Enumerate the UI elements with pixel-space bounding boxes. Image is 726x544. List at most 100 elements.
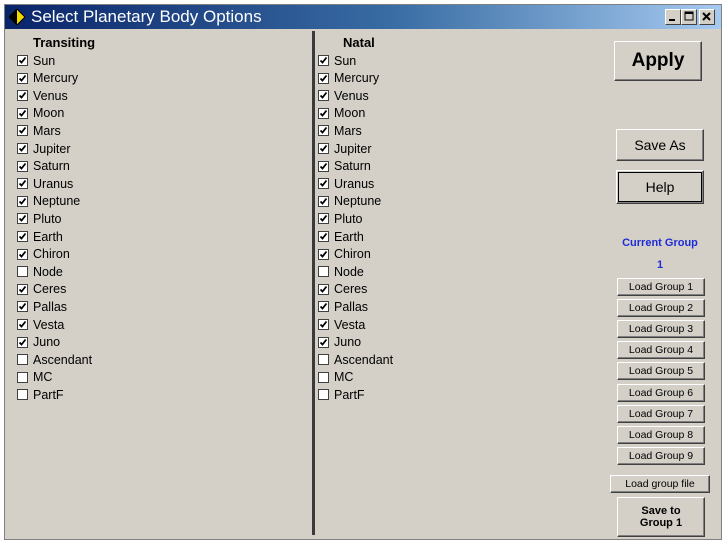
transiting-checkbox-row[interactable]: Chiron xyxy=(17,246,70,263)
checkbox[interactable] xyxy=(318,143,329,154)
transiting-checkbox-row[interactable]: Saturn xyxy=(17,158,70,175)
checkbox[interactable] xyxy=(318,195,329,207)
natal-checkbox-row[interactable]: Pallas xyxy=(318,298,368,315)
minimize-button[interactable] xyxy=(665,9,681,25)
checkbox[interactable] xyxy=(17,283,28,295)
natal-checkbox-row[interactable]: Node xyxy=(318,263,364,280)
load-group-2-button[interactable]: Load Group 2 xyxy=(617,299,705,318)
natal-checkbox-row[interactable]: Jupiter xyxy=(318,140,372,157)
natal-checkbox-row[interactable]: Mercury xyxy=(318,70,379,87)
natal-checkbox-row[interactable]: Ascendant xyxy=(318,351,393,368)
transiting-checkbox-row[interactable]: Uranus xyxy=(17,175,73,192)
title-bar[interactable]: Select Planetary Body Options xyxy=(5,5,721,29)
checkbox[interactable] xyxy=(17,301,28,313)
checkbox[interactable] xyxy=(318,319,329,330)
transiting-checkbox-row[interactable]: Jupiter xyxy=(17,140,71,157)
transiting-checkbox-row[interactable]: Neptune xyxy=(17,193,80,210)
checkbox[interactable] xyxy=(17,90,28,102)
close-button[interactable] xyxy=(699,9,715,25)
natal-checkbox-row[interactable]: MC xyxy=(318,369,353,386)
transiting-checkbox-row[interactable]: Mercury xyxy=(17,70,78,87)
checkbox[interactable] xyxy=(318,266,329,278)
natal-checkbox-row[interactable]: Vesta xyxy=(318,316,365,333)
checkbox[interactable] xyxy=(318,248,329,260)
checkbox[interactable] xyxy=(318,55,329,66)
checkbox[interactable] xyxy=(17,336,28,348)
transiting-checkbox-row[interactable]: Node xyxy=(17,263,63,280)
help-button[interactable]: Help xyxy=(616,170,704,204)
natal-checkbox-row[interactable]: Juno xyxy=(318,334,361,351)
checkbox[interactable] xyxy=(318,107,329,119)
load-group-1-button[interactable]: Load Group 1 xyxy=(617,278,705,296)
load-group-file-button[interactable]: Load group file xyxy=(610,475,710,493)
checkbox[interactable] xyxy=(318,301,329,313)
checkbox[interactable] xyxy=(318,72,329,84)
checkmark-icon xyxy=(18,74,27,82)
natal-checkbox-row[interactable]: Moon xyxy=(318,105,365,122)
checkbox[interactable] xyxy=(17,55,28,66)
natal-checkbox-row[interactable]: Ceres xyxy=(318,281,367,298)
load-group-5-button[interactable]: Load Group 5 xyxy=(617,362,705,381)
transiting-checkbox-row[interactable]: Pallas xyxy=(17,298,67,315)
transiting-checkbox-row[interactable]: Vesta xyxy=(17,316,64,333)
maximize-button[interactable] xyxy=(681,9,697,25)
save-to-group-button[interactable]: Save to Group 1 xyxy=(617,497,705,537)
checkbox[interactable] xyxy=(318,389,329,401)
transiting-checkbox-row[interactable]: Venus xyxy=(17,87,68,104)
checkbox[interactable] xyxy=(17,195,28,207)
transiting-checkbox-row[interactable]: MC xyxy=(17,369,52,386)
checkbox[interactable] xyxy=(17,354,28,366)
checkbox[interactable] xyxy=(318,336,329,348)
load-group-8-button[interactable]: Load Group 8 xyxy=(617,425,705,444)
checkbox[interactable] xyxy=(318,125,329,137)
natal-checkbox-row[interactable]: Uranus xyxy=(318,175,374,192)
checkbox[interactable] xyxy=(318,90,329,102)
checkbox[interactable] xyxy=(318,231,329,242)
load-group-9-button[interactable]: Load Group 9 xyxy=(617,446,705,465)
checkbox[interactable] xyxy=(17,319,28,330)
checkbox[interactable] xyxy=(17,72,28,84)
transiting-checkbox-row[interactable]: Juno xyxy=(17,334,60,351)
natal-checkbox-row[interactable]: Chiron xyxy=(318,246,371,263)
transiting-checkbox-row[interactable]: Ascendant xyxy=(17,351,92,368)
apply-button[interactable]: Apply xyxy=(614,41,702,81)
checkbox[interactable] xyxy=(17,231,28,242)
natal-checkbox-row[interactable]: Mars xyxy=(318,122,362,139)
checkbox[interactable] xyxy=(318,160,329,172)
transiting-checkbox-row[interactable]: Pluto xyxy=(17,210,62,227)
checkbox[interactable] xyxy=(318,371,329,383)
checkbox[interactable] xyxy=(318,178,329,190)
natal-checkbox-row[interactable]: Neptune xyxy=(318,193,381,210)
checkbox[interactable] xyxy=(17,107,28,119)
transiting-checkbox-row[interactable]: Sun xyxy=(17,52,55,69)
checkbox[interactable] xyxy=(17,371,28,383)
checkbox[interactable] xyxy=(17,178,28,190)
natal-checkbox-row[interactable]: Earth xyxy=(318,228,364,245)
transiting-checkbox-row[interactable]: PartF xyxy=(17,386,64,403)
checkbox[interactable] xyxy=(318,213,329,225)
natal-checkbox-row[interactable]: Sun xyxy=(318,52,356,69)
transiting-checkbox-row[interactable]: Ceres xyxy=(17,281,66,298)
checkbox[interactable] xyxy=(17,266,28,278)
checkbox[interactable] xyxy=(17,248,28,260)
save-as-button[interactable]: Save As xyxy=(616,129,704,161)
checkbox[interactable] xyxy=(17,213,28,225)
natal-checkbox-row[interactable]: Saturn xyxy=(318,158,371,175)
natal-checkbox-row[interactable]: Venus xyxy=(318,87,369,104)
load-group-4-button[interactable]: Load Group 4 xyxy=(617,341,705,360)
load-group-3-button[interactable]: Load Group 3 xyxy=(617,320,705,339)
checkbox[interactable] xyxy=(17,389,28,401)
transiting-checkbox-row[interactable]: Mars xyxy=(17,122,61,139)
transiting-checkbox-row[interactable]: Moon xyxy=(17,105,64,122)
checkbox[interactable] xyxy=(318,354,329,366)
transiting-checkbox-row[interactable]: Earth xyxy=(17,228,63,245)
natal-checkbox-row[interactable]: Pluto xyxy=(318,210,363,227)
load-group-7-button[interactable]: Load Group 7 xyxy=(617,404,705,423)
checkbox[interactable] xyxy=(17,143,28,154)
checkbox[interactable] xyxy=(17,125,28,137)
load-group-6-button[interactable]: Load Group 6 xyxy=(617,383,705,402)
natal-checkbox-row[interactable]: PartF xyxy=(318,386,365,403)
checkbox[interactable] xyxy=(17,160,28,172)
checkbox[interactable] xyxy=(318,283,329,295)
checkmark-icon xyxy=(319,144,328,152)
